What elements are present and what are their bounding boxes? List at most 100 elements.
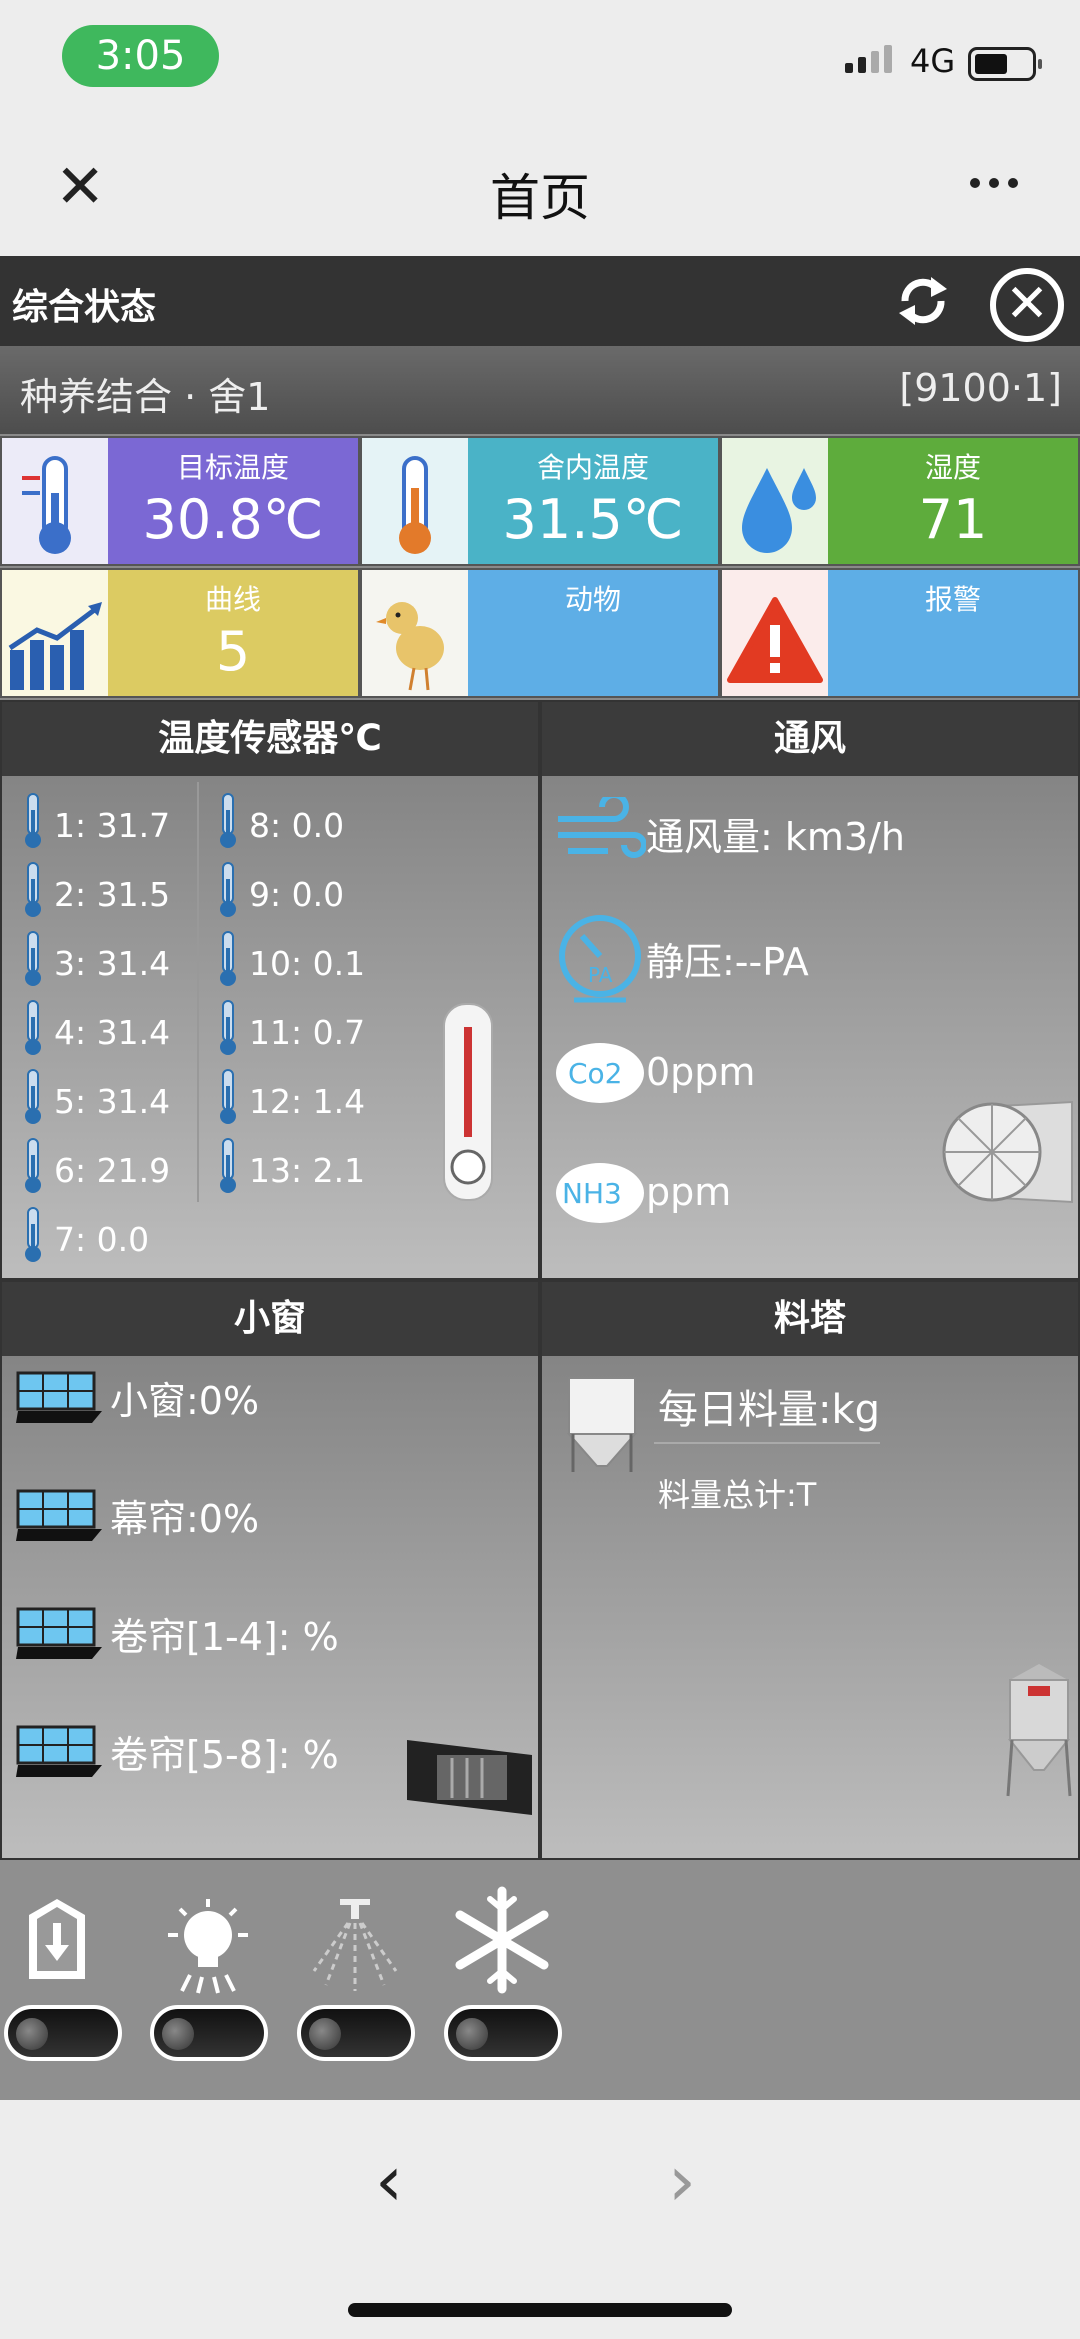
back-button[interactable]: ‹ bbox=[375, 2140, 403, 2222]
pressure-badge: PA bbox=[588, 963, 613, 987]
sensor-reading: 3: 31.4 bbox=[22, 930, 170, 996]
tile-label: 目标温度 bbox=[176, 451, 289, 484]
sensor-reading: 6: 21.9 bbox=[22, 1137, 170, 1203]
window-row[interactable]: 卷帘[1-4]: % bbox=[16, 1606, 339, 1661]
tile-value: 31.5℃ bbox=[502, 488, 684, 551]
sensor-value: 13: 2.1 bbox=[249, 1150, 366, 1190]
thermometer-icon bbox=[217, 861, 239, 927]
sensor-reading: 12: 1.4 bbox=[217, 1068, 365, 1134]
network-label: 4G bbox=[910, 42, 956, 80]
co2-badge: Co2 bbox=[568, 1057, 623, 1090]
nh3-text: ppm bbox=[646, 1170, 732, 1214]
co2-text: 0ppm bbox=[646, 1050, 756, 1094]
tile-target-temp[interactable]: 目标温度 30.8℃ bbox=[0, 436, 360, 566]
sensor-value: 11: 0.7 bbox=[249, 1012, 366, 1052]
window-text: 小窗:0% bbox=[110, 1379, 260, 1423]
light-toggle[interactable] bbox=[150, 2005, 268, 2061]
temp-sensor-panel: 温度传感器℃ 1: 31.7 2: 31.5 3: 31.4 4: 31.4 5: 31… bbox=[0, 700, 540, 1280]
sensor-reading: 10: 0.1 bbox=[217, 930, 365, 996]
battery-icon bbox=[968, 47, 1042, 81]
window-text: 卷帘[5-8]: % bbox=[110, 1733, 339, 1777]
feeder-icon bbox=[29, 1899, 85, 1979]
tile-alarm[interactable]: 报警 bbox=[720, 568, 1080, 698]
farm-code: [9100·1] bbox=[899, 366, 1062, 410]
thermometer-icon bbox=[22, 930, 44, 996]
sensor-value: 6: 21.9 bbox=[54, 1150, 171, 1190]
sensor-value: 3: 31.4 bbox=[54, 943, 171, 983]
ventilation-panel: 通风 通风量: km3/h PA 静压:--PA Co2 0ppm NH3 pp… bbox=[540, 700, 1080, 1280]
thermometer-icon bbox=[217, 792, 239, 858]
panel-title: 料塔 bbox=[542, 1282, 1078, 1356]
co2-cloud-icon: Co2 bbox=[556, 1043, 644, 1103]
window-icon bbox=[16, 1725, 102, 1777]
thermometer-icon bbox=[362, 438, 468, 564]
farm-name: 种养结合 · 舍1 bbox=[20, 375, 271, 419]
window-text: 幕帘:0% bbox=[110, 1497, 260, 1541]
pressure-text: 静压:--PA bbox=[646, 939, 809, 984]
tile-animal[interactable]: 动物 bbox=[360, 568, 720, 698]
warning-icon bbox=[722, 570, 828, 696]
more-menu-icon[interactable] bbox=[970, 178, 1018, 188]
app-content: 综合状态 ✕ 种养结合 · 舍1 [9100·1] 目标温度 30.8℃ 舍内温度… bbox=[0, 256, 1080, 2100]
window-row[interactable]: 幕帘:0% bbox=[16, 1488, 259, 1543]
chick-icon bbox=[362, 570, 468, 696]
header-bar: 综合状态 ✕ bbox=[0, 256, 1080, 346]
page-title: 首页 bbox=[490, 169, 590, 227]
status-time: 3:05 bbox=[62, 25, 219, 87]
tile-value: 5 bbox=[215, 620, 251, 683]
tile-value: 71 bbox=[918, 488, 988, 551]
sensor-value: 2: 31.5 bbox=[54, 874, 171, 914]
feeder-toggle[interactable] bbox=[4, 2005, 122, 2061]
sensor-reading: 13: 2.1 bbox=[217, 1137, 365, 1203]
panel-title: 通风 bbox=[542, 702, 1078, 776]
window-row[interactable]: 卷帘[5-8]: % bbox=[16, 1724, 339, 1779]
window-text: 卷帘[1-4]: % bbox=[110, 1615, 339, 1659]
nh3-cloud-icon: NH3 bbox=[556, 1163, 644, 1223]
thermometer-icon bbox=[217, 1068, 239, 1134]
fan-icon bbox=[942, 1100, 1073, 1204]
control-strip bbox=[0, 1860, 1080, 2100]
sensor-reading: 2: 31.5 bbox=[22, 861, 170, 927]
tile-label: 报警 bbox=[924, 583, 981, 616]
tile-label: 舍内温度 bbox=[536, 451, 649, 484]
sprinkler-icon bbox=[312, 1899, 398, 1991]
sensor-reading: 8: 0.0 bbox=[217, 792, 344, 858]
airflow-row: 通风量: km3/h bbox=[554, 797, 905, 869]
thermometer-icon bbox=[22, 999, 44, 1065]
close-circle-icon[interactable]: ✕ bbox=[990, 268, 1064, 342]
forward-button[interactable]: › bbox=[668, 2140, 696, 2222]
window-icon bbox=[16, 1607, 102, 1659]
refresh-icon[interactable] bbox=[893, 271, 953, 331]
sensor-value: 12: 1.4 bbox=[249, 1081, 366, 1121]
tile-curve[interactable]: 曲线 5 bbox=[0, 568, 360, 698]
thermometer-icon bbox=[22, 792, 44, 858]
thermometer-icon bbox=[217, 999, 239, 1065]
thermometer-icon bbox=[22, 1137, 44, 1203]
sensor-reading: 7: 0.0 bbox=[22, 1206, 149, 1272]
co2-row: Co2 0ppm bbox=[554, 1037, 755, 1107]
thermometer-icon bbox=[217, 1137, 239, 1203]
wind-icon bbox=[558, 797, 646, 858]
feed-silo-image-icon bbox=[1006, 1664, 1072, 1797]
sensor-reading: 5: 31.4 bbox=[22, 1068, 170, 1134]
signal-icon bbox=[845, 45, 892, 73]
divider bbox=[197, 782, 199, 1202]
sensor-reading: 1: 31.7 bbox=[22, 792, 170, 858]
tile-humidity[interactable]: 湿度 71 bbox=[720, 436, 1080, 566]
tile-indoor-temp[interactable]: 舍内温度 31.5℃ bbox=[360, 436, 720, 566]
water-drop-icon bbox=[722, 438, 828, 564]
daily-feed: 每日料量:kg bbox=[658, 1387, 881, 1433]
feed-tower-panel: 料塔 每日料量:kg 料量总计:T bbox=[540, 1280, 1080, 1860]
cooling-toggle[interactable] bbox=[444, 2005, 562, 2061]
sensor-reading: 4: 31.4 bbox=[22, 999, 170, 1065]
sprinkler-toggle[interactable] bbox=[297, 2005, 415, 2061]
panel-title: 温度传感器℃ bbox=[2, 702, 538, 776]
window-row[interactable]: 小窗:0% bbox=[16, 1370, 259, 1425]
home-indicator[interactable] bbox=[348, 2303, 732, 2317]
window-panel: 小窗 小窗:0% 幕帘:0% 卷帘[1-4]: % 卷帘[5-8]: % bbox=[0, 1280, 540, 1860]
tile-label: 动物 bbox=[564, 583, 621, 616]
thermometer-icon bbox=[22, 861, 44, 927]
nh3-row: NH3 ppm bbox=[554, 1157, 731, 1227]
sensor-value: 7: 0.0 bbox=[54, 1219, 150, 1259]
thermometer-icon bbox=[2, 438, 108, 564]
